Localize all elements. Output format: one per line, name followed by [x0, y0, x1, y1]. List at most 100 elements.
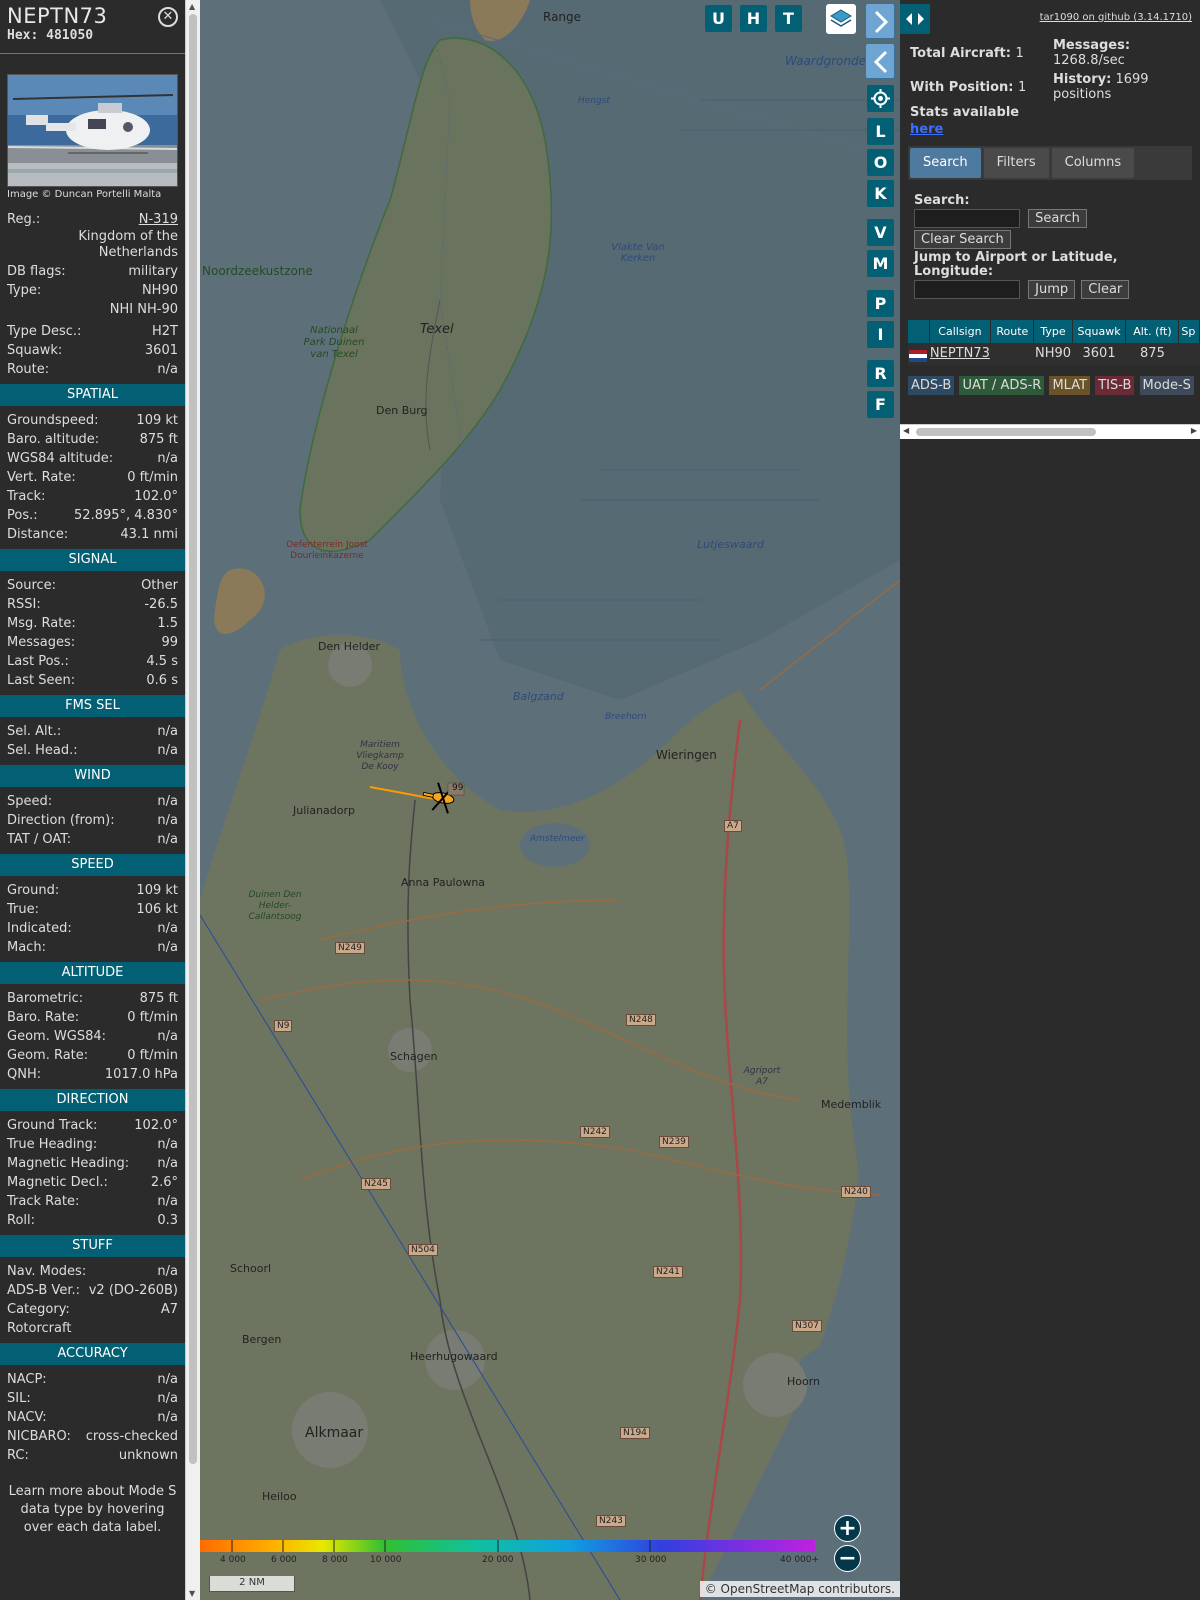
column-header-callsign[interactable]: Callsign: [929, 320, 991, 343]
layers-button[interactable]: [826, 4, 856, 34]
detail-key[interactable]: True Heading:: [7, 1135, 97, 1154]
toggle-sidebar-button[interactable]: [900, 4, 930, 34]
jump-input[interactable]: [914, 280, 1020, 299]
stats-link[interactable]: here: [910, 122, 943, 137]
section-header-wind[interactable]: WIND: [0, 765, 185, 787]
detail-key[interactable]: Vert. Rate:: [7, 468, 76, 487]
map-button-f[interactable]: F: [867, 391, 894, 418]
detail-key[interactable]: Last Seen:: [7, 671, 75, 690]
scroll-up-icon[interactable]: ▲: [189, 2, 195, 11]
github-link[interactable]: tar1090 on github (3.14.1710): [1040, 12, 1192, 23]
section-header-fms-sel[interactable]: FMS SEL: [0, 695, 185, 717]
detail-key[interactable]: Sel. Alt.:: [7, 722, 61, 741]
column-header-route[interactable]: Route: [991, 320, 1034, 343]
detail-key[interactable]: RC:: [7, 1446, 29, 1465]
detail-key[interactable]: Barometric:: [7, 989, 83, 1008]
column-header-type[interactable]: Type: [1034, 320, 1072, 343]
detail-key[interactable]: Last Pos.:: [7, 652, 69, 671]
detail-key[interactable]: Rotorcraft: [7, 1319, 71, 1338]
detail-key[interactable]: Geom. Rate:: [7, 1046, 88, 1065]
detail-key[interactable]: TAT / OAT:: [7, 830, 71, 849]
jump-button[interactable]: Jump: [1028, 280, 1076, 299]
detail-key[interactable]: Direction (from):: [7, 811, 115, 830]
map-button-k[interactable]: K: [867, 180, 894, 207]
column-header-flag[interactable]: [908, 320, 929, 343]
detail-key[interactable]: Mach:: [7, 938, 46, 957]
search-input[interactable]: [914, 209, 1020, 228]
detail-key[interactable]: Indicated:: [7, 919, 72, 938]
section-header-altitude[interactable]: ALTITUDE: [0, 962, 185, 984]
detail-key[interactable]: RSSI:: [7, 595, 41, 614]
detail-key[interactable]: Msg. Rate:: [7, 614, 76, 633]
detail-key[interactable]: Messages:: [7, 633, 75, 652]
detail-key[interactable]: NICBARO:: [7, 1427, 71, 1446]
detail-key[interactable]: NACP:: [7, 1370, 47, 1389]
map-button-t[interactable]: T: [775, 5, 802, 32]
map-button-p[interactable]: P: [867, 290, 894, 317]
scroll-left-icon[interactable]: ◀: [903, 426, 909, 435]
scroll-right-icon[interactable]: ▶: [1191, 426, 1197, 435]
detail-key[interactable]: ADS-B Ver.:: [7, 1281, 80, 1300]
tab-search[interactable]: Search: [910, 148, 981, 178]
detail-key[interactable]: Magnetic Heading:: [7, 1154, 129, 1173]
detail-key[interactable]: Distance:: [7, 525, 68, 544]
detail-key[interactable]: Ground:: [7, 881, 59, 900]
settings-button[interactable]: [867, 85, 894, 112]
map-button-m[interactable]: M: [867, 250, 894, 277]
detail-key[interactable]: NACV:: [7, 1408, 47, 1427]
tab-columns[interactable]: Columns: [1051, 148, 1135, 178]
section-header-signal[interactable]: SIGNAL: [0, 549, 185, 571]
detail-key[interactable]: SIL:: [7, 1389, 31, 1408]
detail-key[interactable]: Baro. altitude:: [7, 430, 99, 449]
detail-key[interactable]: Geom. WGS84:: [7, 1027, 106, 1046]
map-button-r[interactable]: R: [867, 360, 894, 387]
detail-key[interactable]: Track:: [7, 487, 45, 506]
close-icon[interactable]: ✕: [158, 7, 178, 27]
detail-key[interactable]: WGS84 altitude:: [7, 449, 113, 468]
zoom-out-button[interactable]: −: [834, 1545, 861, 1572]
section-header-spatial[interactable]: SPATIAL: [0, 384, 185, 406]
registration-link[interactable]: N-319: [139, 210, 178, 229]
detail-key[interactable]: True:: [7, 900, 39, 919]
detail-key[interactable]: Magnetic Decl.:: [7, 1173, 108, 1192]
table-row[interactable]: NEPTN73 NH90 3601 875: [908, 343, 1200, 365]
clear-search-button[interactable]: Clear Search: [914, 230, 1011, 249]
tab-filters[interactable]: Filters: [983, 148, 1049, 178]
column-header-squawk[interactable]: Squawk: [1072, 320, 1126, 343]
map-button-i[interactable]: I: [867, 321, 894, 348]
scroll-down-icon[interactable]: ▼: [189, 1589, 195, 1598]
detail-key[interactable]: Ground Track:: [7, 1116, 97, 1135]
section-header-accuracy[interactable]: ACCURACY: [0, 1343, 185, 1365]
detail-key[interactable]: Nav. Modes:: [7, 1262, 86, 1281]
map-button-l[interactable]: L: [867, 118, 894, 145]
section-header-speed[interactable]: SPEED: [0, 854, 185, 876]
map-attribution[interactable]: © OpenStreetMap contributors.: [699, 1581, 900, 1597]
callsign-cell[interactable]: NEPTN73: [930, 343, 991, 365]
column-header-altitude[interactable]: Alt. (ft): [1126, 320, 1179, 343]
section-header-direction[interactable]: DIRECTION: [0, 1089, 185, 1111]
collapse-left-button[interactable]: [865, 43, 895, 79]
map-button-o[interactable]: O: [867, 149, 894, 176]
detail-key[interactable]: Sel. Head.:: [7, 741, 78, 760]
map-button-u[interactable]: U: [705, 5, 732, 32]
zoom-in-button[interactable]: +: [834, 1515, 861, 1542]
table-horizontal-scrollbar[interactable]: ◀ ▶: [900, 424, 1200, 439]
scrollbar-thumb[interactable]: [916, 428, 1096, 436]
map-button-h[interactable]: H: [740, 5, 767, 32]
section-header-stuff[interactable]: STUFF: [0, 1235, 185, 1257]
map-view[interactable]: Range Waardgronden Hengst Noordzeekustzo…: [200, 0, 900, 1600]
detail-key[interactable]: Category:: [7, 1300, 70, 1319]
expand-right-button[interactable]: [865, 3, 895, 39]
aircraft-photo[interactable]: [7, 74, 178, 187]
detail-key[interactable]: Baro. Rate:: [7, 1008, 79, 1027]
detail-key[interactable]: Track Rate:: [7, 1192, 79, 1211]
search-button[interactable]: Search: [1028, 209, 1087, 228]
detail-key[interactable]: QNH:: [7, 1065, 41, 1084]
detail-key[interactable]: Pos.:: [7, 506, 38, 525]
map-button-v[interactable]: V: [867, 219, 894, 246]
detail-key[interactable]: Speed:: [7, 792, 52, 811]
column-header-speed[interactable]: Sp: [1179, 320, 1200, 343]
sidebar-scrollbar[interactable]: ▲ ▼: [185, 0, 200, 1600]
detail-key[interactable]: Source:: [7, 576, 56, 595]
detail-key[interactable]: Groundspeed:: [7, 411, 98, 430]
